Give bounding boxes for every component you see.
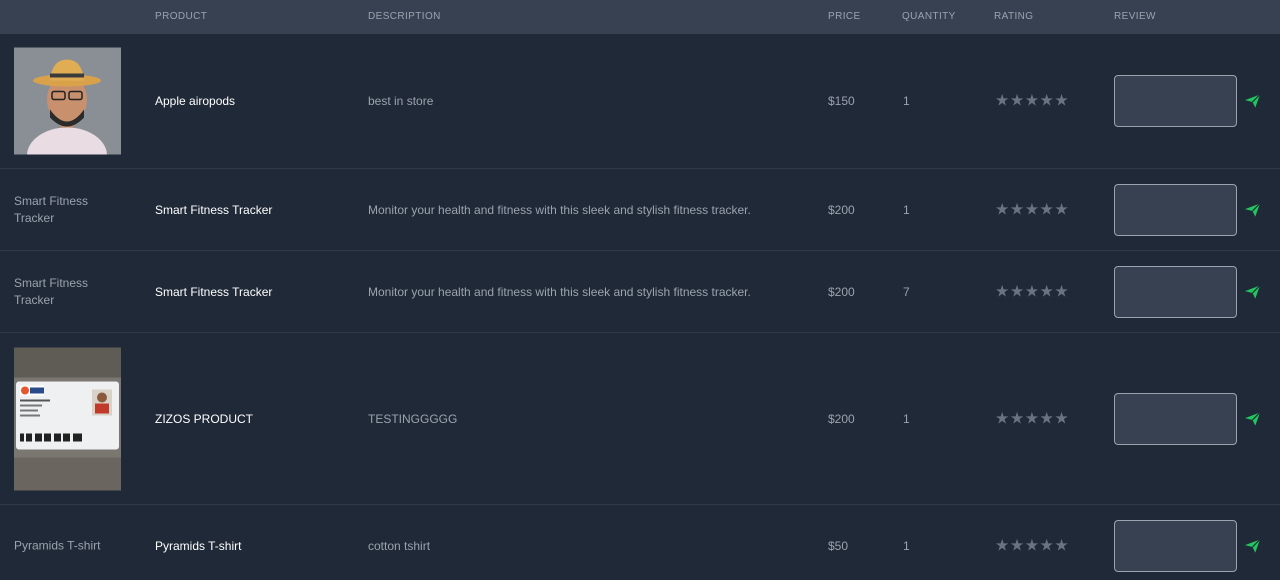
product-description: Monitor your health and fitness with thi… <box>368 284 751 299</box>
header-description: DESCRIPTION <box>368 11 441 22</box>
product-quantity: 1 <box>903 94 910 108</box>
product-price: $150 <box>828 94 855 108</box>
rating-stars[interactable]: ★★★★★ <box>995 93 1069 110</box>
product-description: cotton tshirt <box>368 539 431 553</box>
product-description: Monitor your health and fitness with thi… <box>368 202 751 217</box>
product-name: Smart Fitness Tracker <box>155 202 273 217</box>
product-image-alt: Pyramids T-shirt <box>14 538 101 553</box>
header-rating: RATING <box>994 11 1034 22</box>
product-price: $200 <box>828 202 855 217</box>
product-name: ZIZOS PRODUCT <box>155 411 253 426</box>
product-quantity: 7 <box>903 284 910 299</box>
product-name: Smart Fitness Tracker <box>155 284 273 299</box>
header-quantity: QUANTITY <box>902 11 956 22</box>
rating-stars[interactable]: ★★★★★ <box>995 410 1069 427</box>
product-price: $200 <box>828 284 855 299</box>
send-icon[interactable] <box>1245 94 1260 108</box>
send-icon[interactable] <box>1245 284 1260 299</box>
header-product: PRODUCT <box>155 11 208 22</box>
product-description: best in store <box>368 94 434 108</box>
review-input[interactable] <box>1114 520 1237 572</box>
table-row: Pyramids T-shirt Pyramids T-shirt cotton… <box>0 505 1280 580</box>
product-name: Pyramids T-shirt <box>155 539 242 553</box>
product-price: $50 <box>828 539 849 553</box>
review-input[interactable] <box>1114 265 1237 318</box>
product-image-alt: Smart Fitness Tracker <box>14 193 89 225</box>
send-icon[interactable] <box>1245 411 1260 426</box>
product-price: $200 <box>828 411 855 426</box>
table-row: Smart Fitness Tracker Smart Fitness Trac… <box>0 169 1280 251</box>
products-table: PRODUCT DESCRIPTION PRICE QUANTITY RATIN… <box>0 0 1280 580</box>
review-input[interactable] <box>1114 75 1237 127</box>
table-row: Smart Fitness Tracker Smart Fitness Trac… <box>0 251 1280 333</box>
rating-stars[interactable]: ★★★★★ <box>995 538 1069 555</box>
rating-stars[interactable]: ★★★★★ <box>995 283 1069 300</box>
product-quantity: 1 <box>903 202 910 217</box>
send-icon[interactable] <box>1245 539 1260 553</box>
product-quantity: 1 <box>903 539 910 553</box>
table-header: PRODUCT DESCRIPTION PRICE QUANTITY RATIN… <box>0 0 1280 34</box>
product-description: TESTINGGGGG <box>368 411 458 426</box>
send-icon[interactable] <box>1245 202 1260 217</box>
product-image-alt: Smart Fitness Tracker <box>14 275 89 307</box>
table-row: Apple airopods best in store $150 1 ★★★★… <box>0 34 1280 169</box>
header-price: PRICE <box>828 11 861 22</box>
header-review: REVIEW <box>1114 11 1156 22</box>
review-input[interactable] <box>1114 183 1237 236</box>
product-image <box>14 47 121 155</box>
product-name: Apple airopods <box>155 94 236 108</box>
rating-stars[interactable]: ★★★★★ <box>995 201 1069 218</box>
product-quantity: 1 <box>903 411 910 426</box>
review-input[interactable] <box>1114 392 1237 445</box>
product-image <box>14 347 121 490</box>
table-row: ZIZOS PRODUCT TESTINGGGGG $200 1 ★★★★★ <box>0 333 1280 505</box>
